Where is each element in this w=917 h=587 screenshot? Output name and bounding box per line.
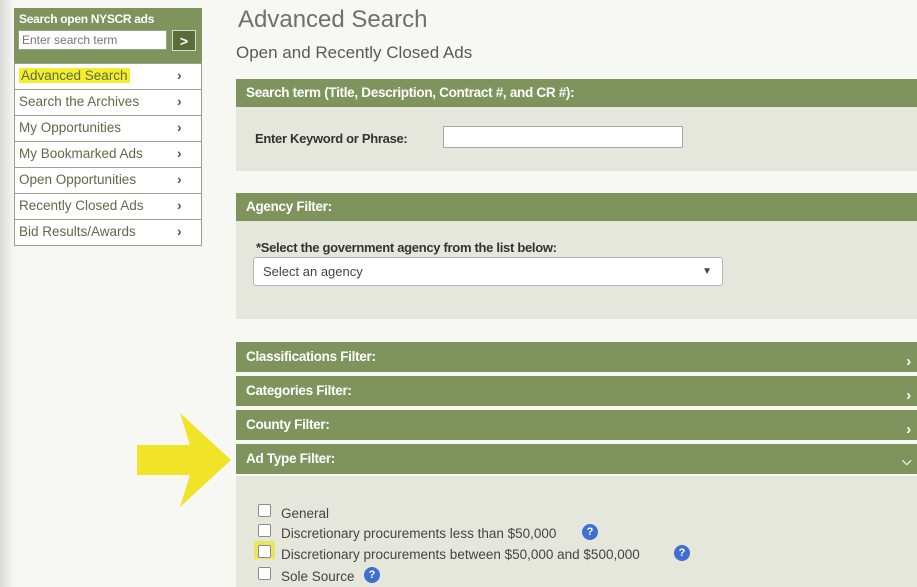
ad-type-option-label: General — [281, 506, 330, 521]
chevron-right-icon: › — [906, 421, 911, 438]
chevron-right-icon: › — [177, 119, 182, 135]
chevron-right-icon: › — [177, 93, 182, 109]
sidebar-item-label: Advanced Search — [19, 68, 130, 83]
ad-type-option-label: Discretionary procurements less than $50… — [281, 526, 557, 541]
sidebar-item-open-opportunities[interactable]: Open Opportunities › — [15, 167, 201, 193]
sidebar-search-box: Search open NYSCR ads > — [14, 8, 202, 63]
search-term-header: Search term (Title, Description, Contrac… — [236, 79, 917, 107]
agency-filter-panel: *Select the government agency from the l… — [236, 221, 917, 319]
sidebar-item-label: Recently Closed Ads — [19, 198, 144, 213]
agency-select[interactable]: Select an agency ▼ — [253, 257, 723, 286]
sidebar-search-title: Search open NYSCR ads — [19, 12, 155, 26]
ad-type-option-label: Sole Source — [281, 569, 355, 584]
sidebar: Search open NYSCR ads > Advanced Search … — [14, 8, 202, 246]
sidebar-item-bookmarked-ads[interactable]: My Bookmarked Ads › — [15, 141, 201, 167]
page-subtitle: Open and Recently Closed Ads — [236, 43, 473, 62]
sidebar-item-advanced-search[interactable]: Advanced Search › — [15, 63, 201, 89]
question-mark-icon[interactable]: ? — [582, 524, 598, 540]
county-filter-header[interactable]: County Filter: › — [236, 410, 917, 440]
chevron-right-icon: › — [177, 223, 182, 239]
search-go-button[interactable]: > — [172, 30, 196, 51]
sidebar-item-label: Search the Archives — [19, 94, 140, 109]
ad-type-option-label: Discretionary procurements between $50,0… — [281, 547, 640, 562]
ad-type-filter-label: Ad Type Filter: — [246, 451, 336, 466]
checkbox[interactable] — [258, 504, 271, 517]
checkbox[interactable] — [258, 545, 271, 558]
question-mark-icon[interactable]: ? — [364, 567, 380, 583]
chevron-right-icon: › — [177, 145, 182, 161]
agency-select-label: *Select the government agency from the l… — [256, 240, 557, 255]
agency-select-value: Select an agency — [263, 264, 363, 279]
chevron-down-icon: ⌵ — [902, 454, 911, 468]
ad-type-filter-header[interactable]: Ad Type Filter: ⌵ — [236, 444, 917, 474]
sidebar-item-my-opportunities[interactable]: My Opportunities › — [15, 115, 201, 141]
classifications-filter-label: Classifications Filter: — [246, 349, 376, 364]
ad-type-filter-panel: General Discretionary procurements less … — [236, 476, 917, 587]
sidebar-search-input[interactable] — [18, 30, 167, 50]
chevron-right-icon: › — [177, 171, 182, 187]
sidebar-item-label: Open Opportunities — [19, 172, 137, 187]
chevron-right-icon: › — [177, 67, 182, 83]
search-term-panel: Enter Keyword or Phrase: — [236, 107, 917, 171]
question-mark-icon[interactable]: ? — [674, 545, 690, 561]
categories-filter-label: Categories Filter: — [246, 383, 352, 398]
page: Search open NYSCR ads > Advanced Search … — [0, 0, 917, 587]
sidebar-item-label: My Opportunities — [19, 120, 122, 135]
sidebar-item-recently-closed[interactable]: Recently Closed Ads › — [15, 193, 201, 219]
sidebar-item-bid-results[interactable]: Bid Results/Awards › — [15, 219, 201, 245]
agency-filter-header: Agency Filter: — [236, 193, 917, 221]
chevron-right-icon: › — [906, 387, 911, 404]
checkbox[interactable] — [258, 524, 271, 537]
sidebar-item-label: Bid Results/Awards — [19, 224, 136, 239]
chevron-right-icon: › — [906, 353, 911, 370]
checkbox[interactable] — [258, 567, 271, 580]
search-term-header-label: Search term (Title, Description, Contrac… — [246, 85, 575, 100]
keyword-input[interactable] — [443, 126, 683, 148]
county-filter-label: County Filter: — [246, 417, 330, 432]
classifications-filter-header[interactable]: Classifications Filter: › — [236, 342, 917, 372]
dropdown-caret-icon: ▼ — [702, 266, 712, 277]
page-title: Advanced Search — [238, 6, 428, 33]
sidebar-item-search-archives[interactable]: Search the Archives › — [15, 89, 201, 115]
chevron-right-icon: › — [177, 197, 182, 213]
sidebar-nav: Advanced Search › Search the Archives › … — [14, 63, 202, 246]
sidebar-item-label: My Bookmarked Ads — [19, 146, 143, 161]
agency-filter-header-label: Agency Filter: — [246, 199, 332, 214]
keyword-label: Enter Keyword or Phrase: — [255, 131, 408, 146]
yellow-arrow-icon — [137, 413, 231, 507]
categories-filter-header[interactable]: Categories Filter: › — [236, 376, 917, 406]
